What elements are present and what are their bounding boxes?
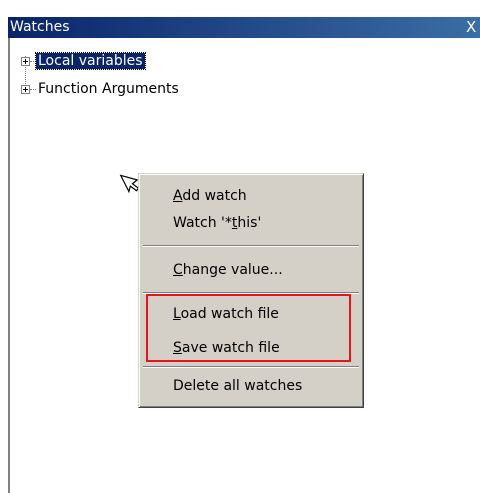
menu-item-delete-all-watches[interactable]: Delete all watches <box>173 377 302 395</box>
menu-separator <box>143 245 359 247</box>
menu-item-change-value[interactable]: Change value... <box>173 261 283 279</box>
watches-title-bar: Watches X <box>8 17 480 38</box>
menu-item-watch-this[interactable]: Watch '*this' <box>173 214 261 232</box>
tree-item-label: Function Arguments <box>38 81 179 97</box>
plus-box-icon[interactable] <box>21 57 30 66</box>
watches-panel: Watches X Local variables Function Argum… <box>0 0 480 493</box>
tree-item-function-arguments[interactable]: Function Arguments <box>36 80 181 98</box>
arrow-cursor-icon <box>119 174 140 194</box>
context-menu: Add watch Watch '*this' Change value... … <box>138 173 364 408</box>
plus-box-icon[interactable] <box>21 85 30 94</box>
close-icon[interactable]: X <box>466 17 478 38</box>
tree-item-local-variables[interactable]: Local variables <box>35 52 146 70</box>
tree-item-label: Local variables <box>35 52 146 70</box>
panel-title: Watches <box>10 19 70 35</box>
highlight-annotation-box <box>146 294 351 362</box>
menu-separator <box>143 366 359 368</box>
menu-item-add-watch[interactable]: Add watch <box>173 187 247 205</box>
